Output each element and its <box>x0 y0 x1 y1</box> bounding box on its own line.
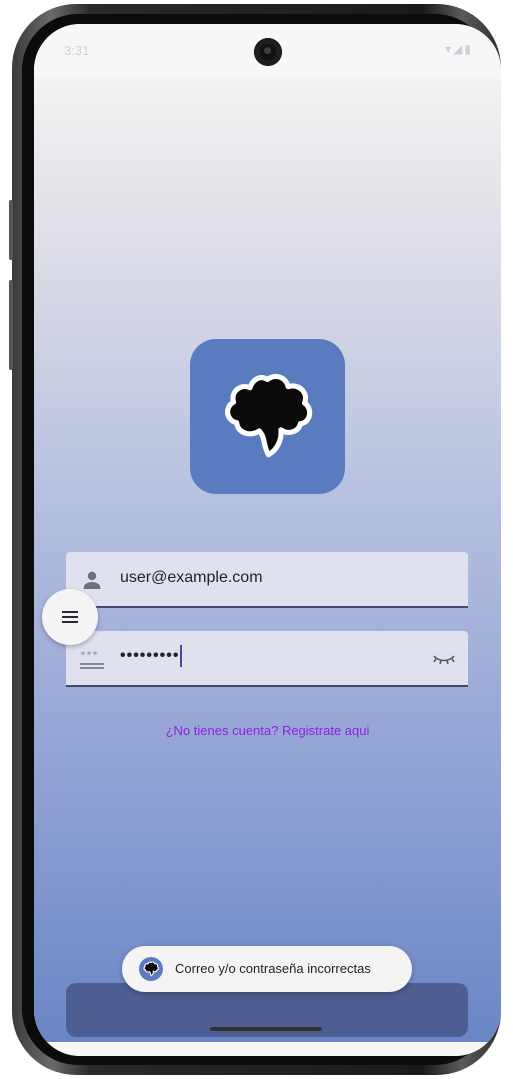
snackbar-message: Correo y/o contraseña incorrectas <box>175 961 371 976</box>
phone-side-button <box>9 280 13 370</box>
register-link[interactable]: ¿No tienes cuenta? Registrate aqui <box>34 723 501 738</box>
app-logo-icon <box>139 957 163 981</box>
text-cursor <box>180 645 183 667</box>
front-camera <box>254 38 282 66</box>
puzzle-blob-icon <box>143 961 159 977</box>
screen: 3:31 ▾◢▮ user@example.com *** ••••••••• <box>34 24 501 1056</box>
password-field[interactable]: *** ••••••••• <box>66 631 468 687</box>
email-field[interactable]: user@example.com <box>66 552 468 608</box>
password-masked-value: ••••••••• <box>120 647 180 665</box>
menu-button[interactable] <box>42 589 98 645</box>
status-time: 3:31 <box>64 43 90 58</box>
puzzle-blob-logo-icon <box>225 373 313 458</box>
svg-text:***: *** <box>80 650 98 661</box>
app-logo <box>190 339 345 494</box>
email-input[interactable]: user@example.com <box>120 569 263 587</box>
error-snackbar: Correo y/o contraseña incorrectas <box>122 946 412 992</box>
menu-icon <box>62 611 78 623</box>
password-input[interactable]: ••••••••• <box>120 645 183 667</box>
status-icons: ▾◢▮ <box>445 42 473 56</box>
status-bar: 3:31 ▾◢▮ <box>34 24 501 78</box>
login-screen: user@example.com *** ••••••••• ¿No tiene… <box>34 78 501 1042</box>
password-icon: *** <box>80 650 104 669</box>
eye-closed-icon[interactable] <box>432 649 456 669</box>
person-icon <box>83 571 101 589</box>
navigation-bar <box>34 1042 501 1056</box>
home-indicator[interactable] <box>210 1027 322 1031</box>
phone-side-button <box>9 200 13 260</box>
